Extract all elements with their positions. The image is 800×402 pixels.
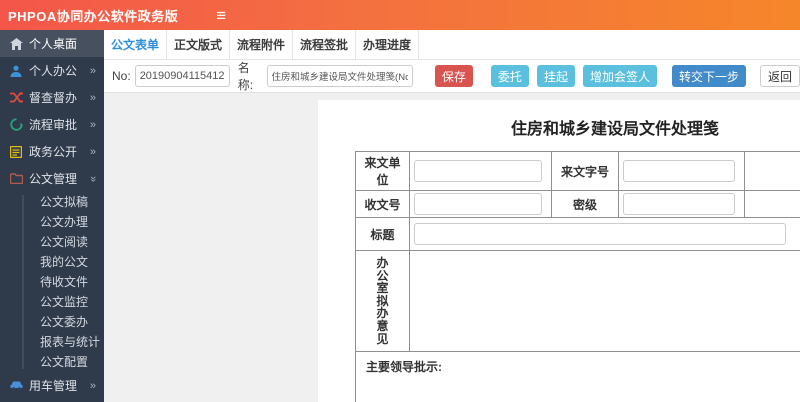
office-opinion-label-cell: 办公室拟办意见 (355, 249, 410, 353)
folder-icon (9, 172, 23, 186)
sidebar-subitem-entrust[interactable]: 公文委办 (0, 312, 104, 332)
sidebar-subitem-read[interactable]: 公文阅读 (0, 232, 104, 252)
source-unit-label: 来文单位 (355, 151, 410, 191)
urgency-label: 缓急 (744, 190, 800, 218)
office-opinion-label: 办公室拟办意见 (376, 256, 389, 346)
app-header: PHPOA协同办公软件政务版 ≡ (0, 0, 800, 30)
sidebar-item-label: 流程审批 (29, 118, 78, 132)
hamburger-menu-icon[interactable]: ≡ (216, 7, 226, 24)
subject-label: 标题 (355, 217, 410, 251)
refresh-icon (9, 118, 23, 132)
subject-input[interactable] (414, 223, 786, 245)
tab-doc-form[interactable]: 公文表单 (104, 30, 167, 60)
sidebar-subitem-reports[interactable]: 报表与统计 (0, 332, 104, 352)
table-row: 标题 (355, 217, 800, 251)
table-row: 办公室拟办意见 (355, 249, 800, 353)
receive-no-input[interactable] (414, 193, 542, 215)
table-row: 收文号 密级 缓急 (355, 190, 800, 218)
table-row: 主要领导批示: (355, 351, 800, 402)
sidebar-item-label: 公文管理 (29, 172, 78, 186)
sidebar-subitem-process[interactable]: 公文办理 (0, 212, 104, 232)
chevron-right-icon: » (89, 118, 96, 131)
sidebar-item-label: 用车管理 (29, 379, 78, 393)
name-label: 名称: (237, 61, 254, 92)
secrecy-label: 密级 (551, 190, 619, 218)
chevron-right-icon: » (89, 91, 96, 104)
sidebar-subitem-my-docs[interactable]: 我的公文 (0, 252, 104, 272)
back-button[interactable]: 返回 (759, 65, 800, 87)
sidebar-item-label: 督查督办 (29, 91, 78, 105)
main-leader-remark-cell[interactable]: 主要领导批示: (355, 351, 800, 402)
no-input[interactable] (134, 65, 230, 87)
document-mgmt-submenu: 公文拟稿 公文办理 公文阅读 我的公文 待收文件 公文监控 公文委办 报表与统计… (0, 192, 104, 372)
office-opinion-area[interactable] (409, 249, 800, 353)
chevron-right-icon: » (89, 145, 96, 158)
sidebar-item-label: 个人桌面 (29, 37, 78, 51)
sidebar-item-supervision[interactable]: 督查督办 » (0, 84, 104, 111)
source-no-label: 来文字号 (551, 151, 619, 191)
document-title: 住房和城乡建设局文件处理笺 (510, 121, 719, 138)
sidebar-item-document-mgmt[interactable]: 公文管理 » (0, 165, 104, 192)
main-leader-remark-label: 主要领导批示: (366, 360, 442, 375)
tab-body-layout[interactable]: 正文版式 (167, 30, 230, 60)
sidebar-item-gov-disclosure[interactable]: 政务公开 » (0, 138, 104, 165)
suspend-button[interactable]: 挂起 (536, 65, 575, 87)
sidebar-item-vehicle-mgmt[interactable]: 用车管理 » (0, 372, 104, 399)
secrecy-input[interactable] (623, 193, 735, 215)
toolbar: No: 名称: 保存 委托 挂起 增加会签人 转交下一步 返回 (104, 60, 800, 93)
tab-flow-attachments[interactable]: 流程附件 (230, 30, 293, 60)
chevron-right-icon: » (89, 64, 96, 77)
forward-next-step-button[interactable]: 转交下一步 (671, 65, 746, 87)
chevron-right-icon: » (89, 379, 96, 392)
shuffle-icon (9, 91, 23, 105)
home-icon (9, 37, 23, 51)
sidebar-item-label: 个人办公 (29, 64, 78, 78)
sidebar-subitem-monitor[interactable]: 公文监控 (0, 292, 104, 312)
source-unit-input[interactable] (414, 160, 542, 182)
save-button[interactable]: 保存 (434, 65, 473, 87)
delegate-button[interactable]: 委托 (490, 65, 529, 87)
table-row: 来文单位 来文字号 收文日期 (355, 151, 800, 191)
receive-date-label: 收文日期 (744, 151, 800, 191)
document-form-table: 来文单位 来文字号 收文日期 收文号 密级 缓急 标题 (355, 151, 800, 402)
source-no-input[interactable] (623, 160, 735, 182)
receive-no-label: 收文号 (355, 190, 410, 218)
calendar-icon (9, 145, 23, 159)
name-input[interactable] (266, 65, 413, 87)
tab-flow-sign[interactable]: 流程签批 (293, 30, 356, 60)
sidebar-item-workflow-approval[interactable]: 流程审批 » (0, 111, 104, 138)
sidebar-item-label: 政务公开 (29, 145, 78, 159)
app-window: PHPOA协同办公软件政务版 ≡ 个人桌面 个人办公 » 督查督办 » 流程审批… (0, 0, 800, 402)
sidebar: 个人桌面 个人办公 » 督查督办 » 流程审批 » 政务公开 » 公文管理 » … (0, 30, 104, 402)
content-area: 住房和城乡建设局文件处理笺 来文单位 来文字号 收文日期 收文号 密级 (104, 93, 800, 402)
user-icon (9, 64, 23, 78)
car-icon (9, 379, 23, 393)
chevron-down-icon: » (86, 175, 99, 182)
document-tabbar: 公文表单 正文版式 流程附件 流程签批 办理进度 (104, 30, 800, 60)
sidebar-subitem-pending[interactable]: 待收文件 (0, 272, 104, 292)
add-countersigner-button[interactable]: 增加会签人 (582, 65, 657, 87)
sidebar-subitem-draft[interactable]: 公文拟稿 (0, 192, 104, 212)
document-paper: 住房和城乡建设局文件处理笺 来文单位 来文字号 收文日期 收文号 密级 (318, 100, 800, 402)
sidebar-item-personal-office[interactable]: 个人办公 » (0, 57, 104, 84)
no-label: No: (112, 69, 131, 83)
sidebar-subitem-config[interactable]: 公文配置 (0, 352, 104, 372)
app-title: PHPOA协同办公软件政务版 (8, 8, 179, 24)
sidebar-item-desktop[interactable]: 个人桌面 (0, 30, 104, 57)
tab-progress[interactable]: 办理进度 (356, 30, 419, 60)
